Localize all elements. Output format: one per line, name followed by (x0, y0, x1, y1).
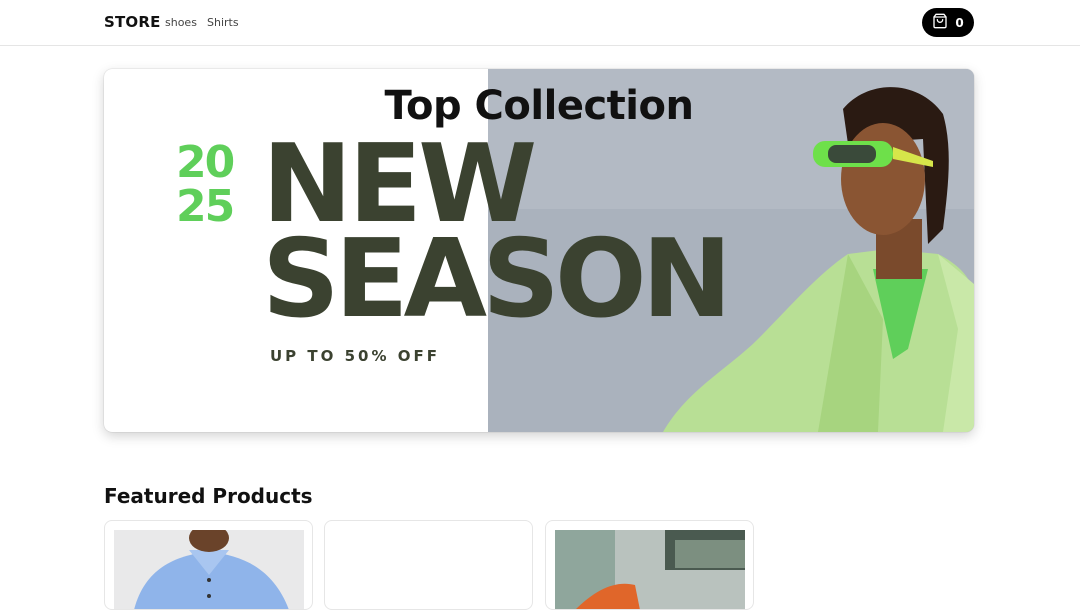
cart-button[interactable]: 0 (922, 8, 974, 37)
shopping-bag-icon (932, 13, 948, 33)
shoe-photo (555, 530, 745, 609)
blank-product-photo (334, 530, 524, 609)
product-card[interactable] (545, 520, 754, 610)
nav-link-shirts[interactable]: Shirts (207, 16, 239, 29)
headline-season: SEASON (262, 217, 732, 342)
product-card[interactable] (104, 520, 313, 610)
year-bottom: 25 (176, 181, 235, 232)
store-logo[interactable]: STORE (104, 13, 161, 31)
product-card[interactable] (324, 520, 533, 610)
nav-link-shoes[interactable]: shoes (165, 16, 197, 29)
year-label: 20 25 (176, 141, 246, 229)
blue-shirt-photo (114, 530, 304, 609)
featured-products-title: Featured Products (104, 484, 313, 508)
top-navbar: STORE shoes Shirts 0 (0, 0, 1080, 46)
hero-title: Top Collection (384, 83, 694, 129)
year-top: 20 (176, 137, 235, 188)
hero-banner[interactable]: Top Collection 20 25 NEW SEASON UP TO 50… (104, 69, 974, 432)
cart-count: 0 (955, 15, 964, 30)
offer-text: UP TO 50% OFF (270, 347, 440, 365)
